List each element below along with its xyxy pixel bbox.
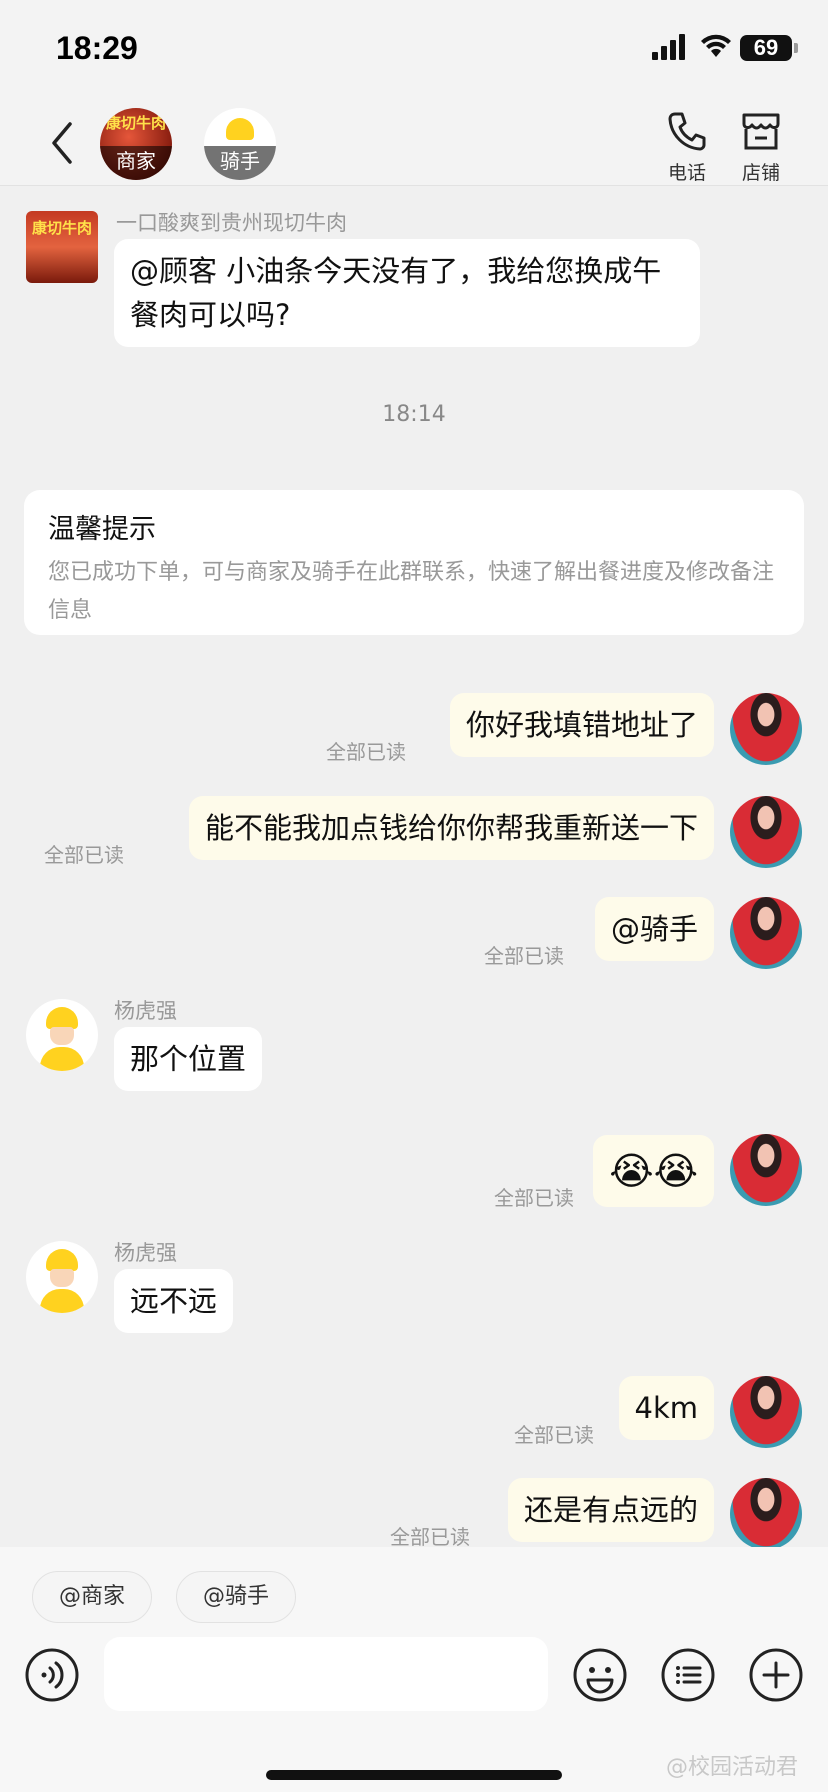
message-bubble[interactable]: 😭😭 xyxy=(593,1135,714,1207)
read-receipt: 全部已读 xyxy=(390,1525,470,1549)
shop-icon xyxy=(742,113,780,150)
emoji-icon[interactable] xyxy=(572,1647,628,1703)
status-time: 18:29 xyxy=(56,30,138,66)
notice-card: 温馨提示 您已成功下单，可与商家及骑手在此群联系，快速了解出餐进度及修改备注信息 xyxy=(24,490,804,635)
status-bar: 18:29 69 xyxy=(0,0,828,100)
rider-helmet-icon xyxy=(46,1007,78,1029)
merchant-message-avatar[interactable]: 康切牛肉 xyxy=(26,211,98,283)
shop-button[interactable]: 店铺 xyxy=(726,108,796,184)
rider-face xyxy=(50,1027,74,1045)
user-avatar[interactable] xyxy=(730,693,802,765)
message-bubble[interactable]: @骑手 xyxy=(594,897,714,961)
chat-header: 康切牛肉 商家 骑手 电话 店铺 xyxy=(0,100,828,186)
voice-input-icon[interactable] xyxy=(24,1647,80,1703)
merchant-tag: 商家 xyxy=(100,146,172,180)
sender-name: 杨虎强 xyxy=(114,999,177,1023)
battery-indicator: 69 xyxy=(740,35,798,61)
rider-helmet-icon xyxy=(46,1249,78,1271)
message-bubble[interactable]: @顾客 小油条今天没有了，我给您换成午餐肉可以吗? xyxy=(114,239,700,347)
message-bubble[interactable]: 4km xyxy=(618,1376,714,1440)
message-bubble[interactable]: 还是有点远的 xyxy=(507,1478,714,1542)
rider-shirt xyxy=(40,1047,84,1071)
sender-name: 杨虎强 xyxy=(114,1241,177,1265)
notice-title: 温馨提示 xyxy=(48,514,156,545)
rider-avatar[interactable]: 骑手 xyxy=(204,108,276,180)
rider-helmet-icon xyxy=(226,118,254,140)
wifi-icon xyxy=(701,34,731,57)
shop-label: 店铺 xyxy=(741,162,780,184)
phone-icon xyxy=(668,112,706,151)
read-receipt: 全部已读 xyxy=(484,944,564,968)
mention-rider-button[interactable]: @骑手 xyxy=(176,1571,296,1623)
rider-message-avatar[interactable] xyxy=(26,999,98,1071)
merchant-avatar[interactable]: 康切牛肉 商家 xyxy=(100,108,172,180)
read-receipt: 全部已读 xyxy=(326,740,406,764)
message-bubble[interactable]: 那个位置 xyxy=(114,1027,263,1091)
mention-merchant-button[interactable]: @商家 xyxy=(32,1571,152,1623)
home-indicator[interactable] xyxy=(266,1770,562,1780)
input-bar: @商家 @骑手 @校园活动君 xyxy=(0,1547,828,1792)
plus-icon[interactable] xyxy=(748,1647,804,1703)
watermark: @校园活动君 xyxy=(666,1755,799,1780)
read-receipt: 全部已读 xyxy=(514,1423,594,1447)
cellular-signal-icon xyxy=(652,34,685,60)
phone-button[interactable]: 电话 xyxy=(652,108,722,184)
chat-area[interactable]: 康切牛肉 一口酸爽到贵州现切牛肉 @顾客 小油条今天没有了，我给您换成午餐肉可以… xyxy=(0,187,828,1550)
user-avatar[interactable] xyxy=(730,1376,802,1448)
rider-face xyxy=(50,1269,74,1287)
user-avatar[interactable] xyxy=(730,1134,802,1206)
message-bubble[interactable]: 你好我填错地址了 xyxy=(449,693,714,757)
sender-name: 一口酸爽到贵州现切牛肉 xyxy=(116,211,347,235)
merchant-message-avatar-text: 康切牛肉 xyxy=(31,219,92,237)
user-avatar[interactable] xyxy=(730,796,802,868)
user-avatar[interactable] xyxy=(730,1478,802,1550)
user-avatar[interactable] xyxy=(730,897,802,969)
quick-reply-list-icon[interactable] xyxy=(660,1647,716,1703)
time-divider: 18:14 xyxy=(382,402,446,427)
message-bubble[interactable]: 能不能我加点钱给你你帮我重新送一下 xyxy=(188,796,714,860)
rider-shirt xyxy=(40,1289,84,1313)
rider-tag: 骑手 xyxy=(204,146,276,180)
notice-body: 您已成功下单，可与商家及骑手在此群联系，快速了解出餐进度及修改备注信息 xyxy=(48,560,775,623)
back-chevron-icon[interactable] xyxy=(44,118,84,168)
read-receipt: 全部已读 xyxy=(44,843,124,867)
rider-message-avatar[interactable] xyxy=(26,1241,98,1313)
read-receipt: 全部已读 xyxy=(494,1186,574,1210)
message-input[interactable] xyxy=(104,1637,548,1711)
phone-label: 电话 xyxy=(667,162,706,184)
message-bubble[interactable]: 远不远 xyxy=(114,1269,234,1333)
merchant-avatar-text: 康切牛肉 xyxy=(105,114,166,132)
